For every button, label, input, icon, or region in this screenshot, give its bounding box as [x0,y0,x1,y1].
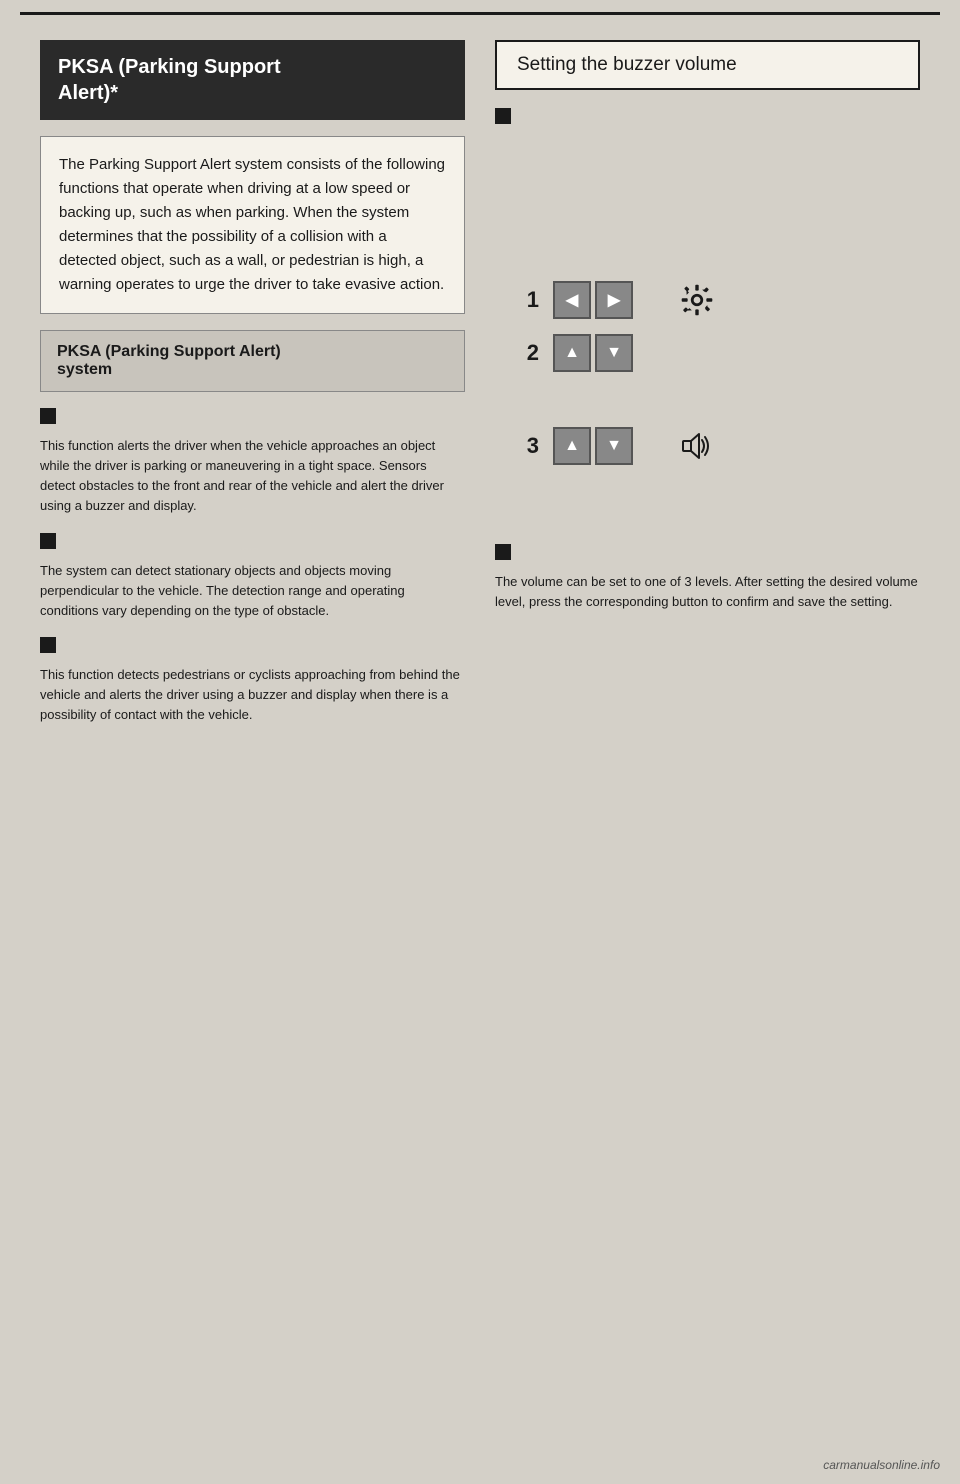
right-column: Setting the buzzer volume 1 ◀ ▶ [480,20,940,1464]
page: PKSA (Parking Support Alert)* The Parkin… [0,0,960,1484]
description-text: The Parking Support Alert system consist… [59,156,445,293]
steps-container: 1 ◀ ▶ [515,270,920,490]
step-1-number: 1 [515,287,539,313]
right-section-note-text: The volume can be set to one of 3 levels… [495,572,920,612]
right-arrow-icon: ▶ [608,290,620,310]
step-3-buttons: ▲ ▼ [553,427,633,465]
pksa-subtitle-line1: PKSA (Parking Support Alert) [57,343,281,360]
pksa-subtitle-box: PKSA (Parking Support Alert) system [40,330,465,392]
speaker-icon [679,428,715,464]
bullet-icon-right [495,108,511,124]
pksa-subtitle-line2: system [57,361,112,378]
section-3-text: This function detects pedestrians or cyc… [40,665,465,725]
step-1-left-button[interactable]: ◀ [553,281,591,319]
buzzer-title: Setting the buzzer volume [517,54,737,75]
step-3-up-button[interactable]: ▲ [553,427,591,465]
bullet-icon-2 [40,533,56,549]
step-1-buttons: ◀ ▶ [553,281,633,319]
step-3-down-button[interactable]: ▼ [595,427,633,465]
gear-icon-box [677,280,717,320]
down-arrow-icon-2: ▼ [606,344,622,362]
step-3-row: 3 ▲ ▼ [515,426,920,466]
bullet-icon-right-2 [495,544,511,560]
section-1-text: This function alerts the driver when the… [40,436,465,517]
gear-icon [680,283,714,317]
bullet-icon-1 [40,408,56,424]
step-2-down-button[interactable]: ▼ [595,334,633,372]
up-arrow-icon-2: ▲ [564,344,580,362]
down-arrow-icon-3: ▼ [606,437,622,455]
step-1-right-button[interactable]: ▶ [595,281,633,319]
section-1: This function alerts the driver when the… [40,408,465,517]
buzzer-title-box: Setting the buzzer volume [495,40,920,90]
up-arrow-icon-3: ▲ [564,437,580,455]
section-2: The system can detect stationary objects… [40,533,465,621]
step-2-buttons: ▲ ▼ [553,334,633,372]
pksa-title-line1: PKSA (Parking Support [58,56,281,78]
speaker-icon-box [677,426,717,466]
pksa-title-box: PKSA (Parking Support Alert)* [40,40,465,120]
section-2-text: The system can detect stationary objects… [40,561,465,621]
description-box: The Parking Support Alert system consist… [40,136,465,314]
step-2-number: 2 [515,340,539,366]
pksa-title-line2: Alert)* [58,82,118,104]
step-2-up-button[interactable]: ▲ [553,334,591,372]
left-arrow-icon: ◀ [566,290,578,310]
step-1-row: 1 ◀ ▶ [515,280,920,320]
right-section-note-block: The volume can be set to one of 3 levels… [495,544,920,612]
step-2-row: 2 ▲ ▼ [515,334,920,372]
bullet-icon-3 [40,637,56,653]
step-3-number: 3 [515,433,539,459]
watermark: carmanualsonline.info [823,1458,940,1472]
section-3: This function detects pedestrians or cyc… [40,637,465,725]
left-column: PKSA (Parking Support Alert)* The Parkin… [20,20,480,1464]
